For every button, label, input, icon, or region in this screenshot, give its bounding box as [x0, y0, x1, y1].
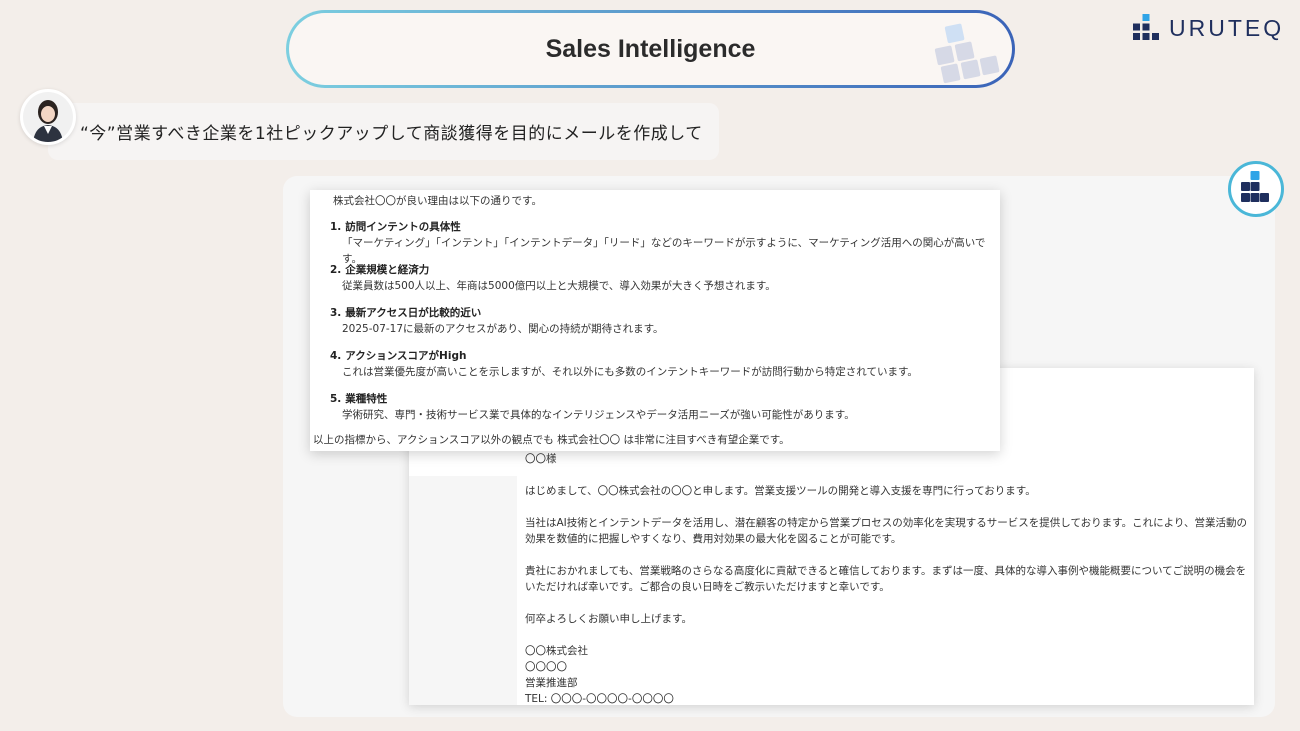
reasons-intro: 株式会社〇〇が良い理由は以下の通りです。: [333, 195, 542, 207]
reason-heading: 業種特性: [345, 393, 388, 405]
email-signature: 〇〇株式会社 〇〇〇〇 営業推進部 TEL: 〇〇〇-〇〇〇〇-〇〇〇〇: [525, 643, 1247, 707]
reason-description: 従業員数は500人以上、年商は5000億円以上と大規模で、導入効果が大きく予想さ…: [342, 280, 776, 292]
brand-logo: URUTEQ: [1133, 14, 1284, 42]
signature-department: 営業推進部: [525, 677, 578, 689]
email-paragraph: 当社はAI技術とインテントデータを活用し、潜在顧客の特定から営業プロセスの効率化…: [525, 517, 1247, 545]
assistant-blocks-icon: [1241, 171, 1269, 202]
page-title: Sales Intelligence: [545, 34, 756, 63]
user-prompt-text: “今”営業すべき企業を1社ピックアップして商談獲得を目的にメールを作成して: [80, 124, 703, 144]
reason-item: 4. アクションスコアがHigh これは営業優先度が高いことを示しますが、それ以外…: [330, 348, 1000, 391]
signature-name: 〇〇〇〇: [525, 661, 567, 673]
user-avatar: [20, 89, 76, 145]
reason-heading: 最新アクセス日が比較的近い: [345, 307, 482, 319]
user-prompt-bubble: “今”営業すべき企業を1社ピックアップして商談獲得を目的にメールを作成して: [48, 103, 719, 160]
reasons-list: 1. 訪問インテントの具体性 「マーケティング」「インテント」「インテントデータ」…: [330, 219, 1000, 434]
reason-number: 2.: [330, 264, 342, 276]
email-closing: 何卒よろしくお願い申し上げます。: [525, 613, 692, 625]
signature-company: 〇〇株式会社: [525, 645, 588, 657]
reason-description: 学術研究、専門・技術サービス業で具体的なインテリジェンスやデータ活用ニーズが強い…: [342, 409, 855, 421]
reason-item: 1. 訪問インテントの具体性 「マーケティング」「インテント」「インテントデータ」…: [330, 219, 1000, 265]
title-banner: Sales Intelligence: [286, 10, 1015, 88]
user-avatar-icon: [23, 92, 73, 142]
brand-mark-icon: [1133, 14, 1159, 40]
reason-description: これは営業優先度が高いことを示しますが、それ以外にも多数のインテントキーワードが…: [342, 366, 918, 378]
reasons-conclusion: 以上の指標から、アクションスコア以外の観点でも 株式会社〇〇 は非常に注目すべき…: [313, 434, 790, 446]
assistant-avatar: [1228, 161, 1284, 217]
reason-number: 1.: [330, 221, 342, 233]
brand-name: URUTEQ: [1169, 14, 1285, 41]
reason-number: 5.: [330, 393, 342, 405]
reason-description: 2025-07-17に最新のアクセスがあり、関心の持続が期待されます。: [342, 323, 664, 335]
email-body: 〇〇様 はじめまして、〇〇株式会社の〇〇と申します。営業支援ツールの開発と導入支…: [525, 451, 1247, 707]
reason-item: 2. 企業規模と経済力 従業員数は500人以上、年商は5000億円以上と大規模で、…: [330, 262, 1000, 305]
email-paragraph: 貴社におかれましても、営業戦略のさらなる高度化に貢献できると確信しております。ま…: [525, 565, 1247, 593]
signature-tel: TEL: 〇〇〇-〇〇〇〇-〇〇〇〇: [525, 693, 674, 705]
reason-heading: 企業規模と経済力: [345, 264, 430, 276]
email-paragraph: はじめまして、〇〇株式会社の〇〇と申します。営業支援ツールの開発と導入支援を専門…: [525, 485, 1036, 497]
reason-number: 3.: [330, 307, 342, 319]
reasons-card: 株式会社〇〇が良い理由は以下の通りです。 1. 訪問インテントの具体性 「マーケテ…: [310, 190, 1000, 451]
reason-heading: 訪問インテントの具体性: [345, 221, 461, 233]
reason-item: 5. 業種特性 学術研究、専門・技術サービス業で具体的なインテリジェンスやデータ活…: [330, 391, 1000, 434]
email-salutation: 〇〇様: [525, 453, 557, 465]
reason-number: 4.: [330, 350, 342, 362]
reason-heading: アクションスコアがHigh: [345, 350, 467, 362]
reason-item: 3. 最新アクセス日が比較的近い 2025-07-17に最新のアクセスがあり、関心…: [330, 305, 1000, 348]
blocks-logo-icon: [934, 23, 1000, 84]
